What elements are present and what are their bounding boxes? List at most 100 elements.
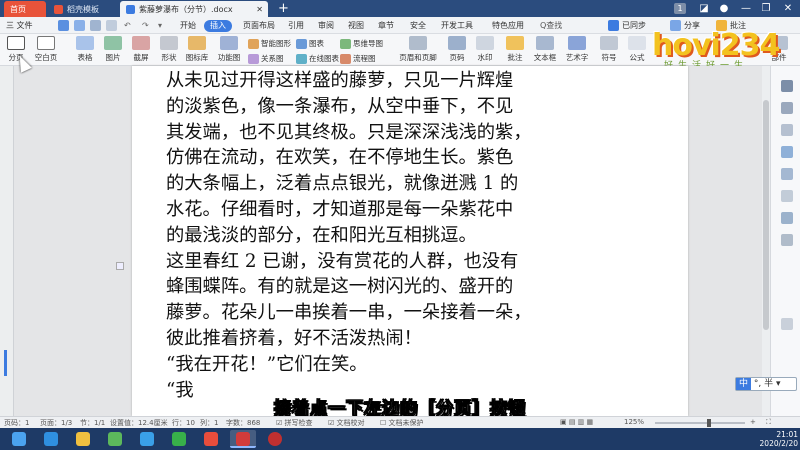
doc-protect-button[interactable]: ☐ 文档未保护 [380, 418, 424, 428]
function-chart-button[interactable]: 功能图 [214, 36, 244, 63]
menu-start[interactable]: 开始 [180, 17, 196, 34]
close-tab-icon[interactable]: ✕ [256, 5, 263, 14]
header-footer-button[interactable]: 页眉和页脚 [396, 36, 440, 63]
quick-access-more-icon[interactable]: ▾ [158, 17, 162, 34]
template-icon [54, 4, 63, 14]
save-icon[interactable] [58, 20, 69, 31]
redo-icon[interactable]: ↷ [142, 17, 149, 34]
property-pane-icon[interactable] [781, 124, 793, 136]
zoom-slider-knob[interactable] [707, 419, 711, 427]
smart-graphic-button[interactable]: 智能图形 [248, 38, 291, 49]
word-art-button[interactable]: 艺术字 [562, 36, 592, 63]
zoom-in-icon[interactable]: + [750, 418, 756, 426]
shape-button[interactable]: 形状 [154, 36, 184, 63]
view-mode-icons[interactable]: ▣ ▤ ▥ ▦ [560, 418, 593, 426]
online-chart-button[interactable]: 在线图表 [296, 53, 339, 64]
tab-document[interactable]: 紫藤萝瀑布（分节）.docx ✕ [120, 1, 268, 17]
taskbar-ie[interactable] [38, 430, 64, 448]
help-icon[interactable] [781, 234, 793, 246]
print-preview-icon[interactable] [106, 20, 117, 31]
backup-icon[interactable] [781, 190, 793, 202]
clock-time: 21:01 [776, 430, 798, 439]
menu-special-apps[interactable]: 特色应用 [492, 17, 524, 34]
taskbar-store[interactable] [102, 430, 128, 448]
picture-icon [104, 36, 122, 50]
menu-view[interactable]: 视图 [348, 17, 364, 34]
windows-taskbar: 21:01 2020/2/20 [0, 428, 800, 450]
zoom-slider[interactable] [655, 422, 745, 424]
document-body[interactable]: 从未见过开得这样盛的藤萝，只见一片辉煌 的淡紫色，像一条瀑布，从空中垂下，不见 … [166, 68, 626, 403]
file-menu[interactable]: 三 文件 [6, 17, 33, 34]
screenshot-button[interactable]: 截屏 [126, 36, 156, 63]
ime-width[interactable]: 半 [764, 379, 773, 389]
text-box-button[interactable]: 文本框 [530, 36, 560, 63]
taskbar-360[interactable] [166, 430, 192, 448]
style-pane-icon[interactable] [781, 80, 793, 92]
relation-graph-button[interactable]: 关系图 [248, 53, 284, 64]
maximize-button[interactable]: ❐ [756, 0, 776, 17]
table-button[interactable]: 表格 [70, 36, 100, 63]
skin-icon[interactable]: ◪ [694, 0, 714, 17]
blank-page-button[interactable]: 空白页 [31, 36, 61, 63]
mind-map-button[interactable]: 思维导图 [340, 38, 383, 49]
navigation-pane-icon[interactable] [781, 146, 793, 158]
windows-logo-icon [12, 432, 26, 446]
menu-developer-tools[interactable]: 开发工具 [441, 17, 473, 34]
online-chart-icon [296, 54, 307, 64]
user-avatar-icon[interactable]: ● [714, 0, 734, 17]
ime-punctuation[interactable]: °, [754, 379, 761, 389]
picture-button[interactable]: 图片 [98, 36, 128, 63]
search-field[interactable]: Q查找 [540, 20, 582, 32]
symbol-icon [600, 36, 618, 50]
print-icon[interactable] [90, 20, 101, 31]
menu-security[interactable]: 安全 [410, 17, 426, 34]
doc-proofread-button[interactable]: ☑ 文档校对 [328, 418, 365, 428]
share-doc-icon[interactable] [781, 212, 793, 224]
tab-template[interactable]: 稻壳模板 [48, 1, 118, 17]
taskbar-explorer[interactable] [70, 430, 96, 448]
ime-status-bar[interactable]: 中 °, 半 ▾ [735, 377, 797, 391]
taskbar-app[interactable] [262, 430, 288, 448]
menu-page-layout[interactable]: 页面布局 [243, 17, 275, 34]
tab-home[interactable]: 首页 [4, 1, 46, 17]
scrollbar-thumb[interactable] [763, 100, 769, 330]
cloud-sync-icon [608, 20, 619, 31]
doc-proofread-label: 文档校对 [336, 419, 365, 427]
limit-edit-icon[interactable] [781, 168, 793, 180]
taskbar-wps[interactable] [230, 430, 256, 448]
menu-section[interactable]: 章节 [378, 17, 394, 34]
fit-page-icon[interactable]: ⛶ [766, 418, 771, 427]
sync-status[interactable]: 已同步 [622, 17, 646, 34]
minimize-button[interactable]: — [736, 0, 756, 17]
zoom-level[interactable]: 125% [624, 418, 644, 426]
settings-icon[interactable] [781, 318, 793, 330]
spell-check-button[interactable]: ☑ 拼写检查 [276, 418, 313, 428]
flowchart-button[interactable]: 流程图 [340, 53, 376, 64]
taskbar-cloud[interactable] [134, 430, 160, 448]
system-clock[interactable]: 21:01 2020/2/20 [748, 430, 798, 448]
symbol-button[interactable]: 符号 [594, 36, 624, 63]
ime-shirt-icon[interactable]: ▾ [776, 379, 781, 389]
menu-insert[interactable]: 插入 [204, 20, 232, 32]
icon-library-button[interactable]: 图标库 [182, 36, 212, 63]
menu-review[interactable]: 审阅 [318, 17, 334, 34]
watermark-button[interactable]: 水印 [470, 36, 500, 63]
page-number-button[interactable]: 页码 [442, 36, 472, 63]
paragraph-marker-icon[interactable] [116, 262, 124, 270]
formula-button[interactable]: 公式 [622, 36, 652, 63]
taskbar-recorder[interactable] [198, 430, 224, 448]
new-tab-button[interactable]: + [278, 1, 289, 16]
select-pane-icon[interactable] [781, 102, 793, 114]
status-words[interactable]: 字数：868 [226, 418, 260, 428]
status-setting[interactable]: 设置值：12.4厘米 [110, 418, 168, 428]
export-pdf-icon[interactable] [74, 20, 85, 31]
start-button[interactable] [6, 430, 32, 448]
ime-chinese-mode[interactable]: 中 [736, 378, 752, 390]
insert-comment-button[interactable]: 批注 [500, 36, 530, 63]
menu-references[interactable]: 引用 [288, 17, 304, 34]
close-window-button[interactable]: ✕ [778, 0, 798, 17]
chart-icon [296, 39, 307, 49]
flowchart-icon [340, 54, 351, 64]
chart-button[interactable]: 图表 [296, 38, 324, 49]
undo-icon[interactable]: ↶ [124, 17, 131, 34]
